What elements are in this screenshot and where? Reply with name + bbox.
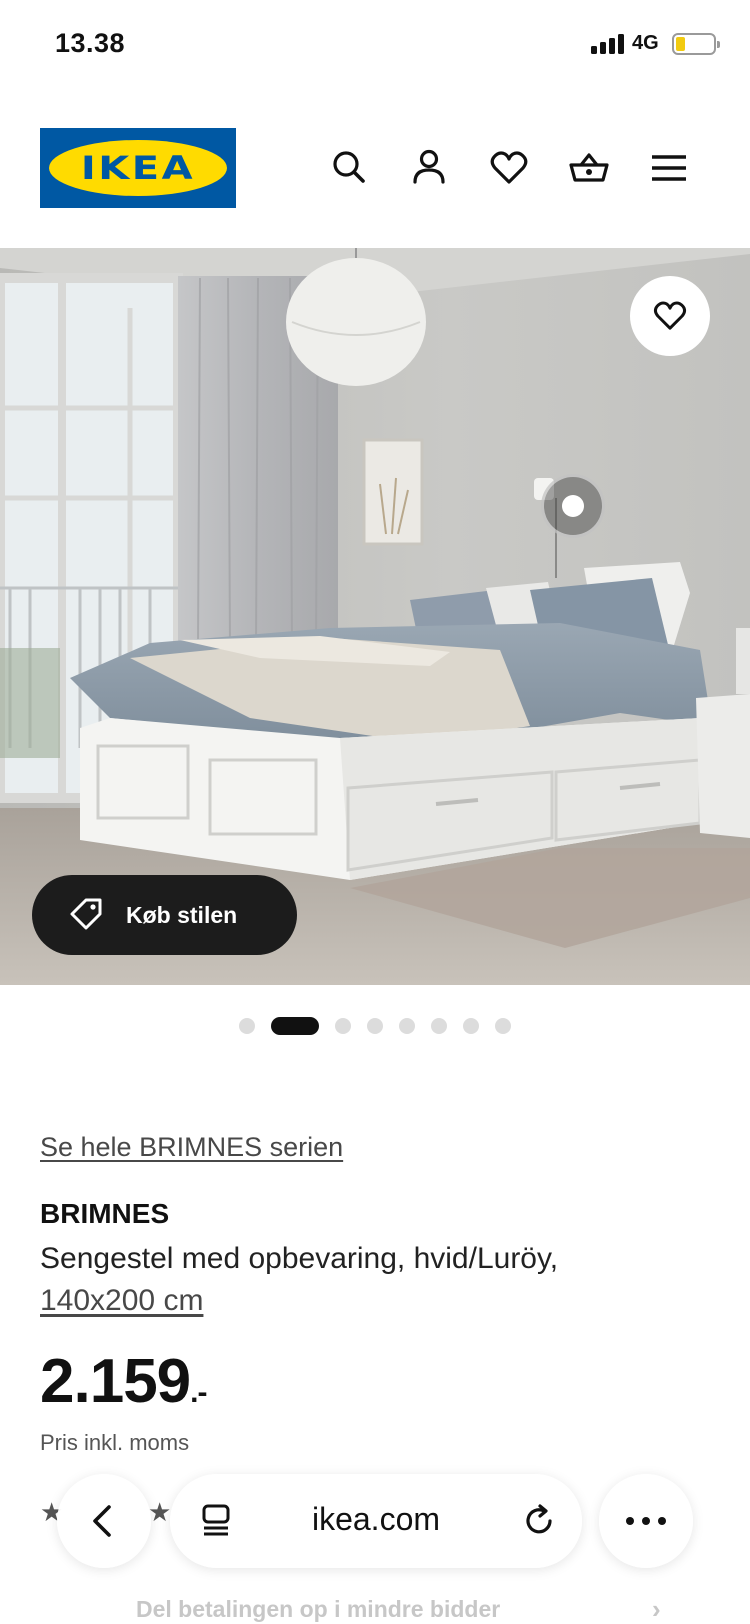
signal-icon: [591, 34, 625, 54]
back-icon: [93, 1505, 111, 1537]
product-name: BRIMNES: [40, 1198, 170, 1229]
status-bar: 13.38 4G: [0, 0, 750, 90]
product-hero-image[interactable]: Køb stilen: [0, 248, 750, 985]
more-button[interactable]: [599, 1474, 693, 1568]
carousel-indicator: [0, 1017, 750, 1035]
product-hotspot[interactable]: [541, 474, 605, 538]
product-description-text: Sengestel med opbevaring, hvid/Luröy,: [40, 1242, 559, 1275]
carousel-dot[interactable]: [463, 1018, 479, 1034]
carousel-dot[interactable]: [335, 1018, 351, 1034]
address-bar[interactable]: ikea.com: [170, 1474, 582, 1568]
price-note: Pris inkl. moms: [40, 1430, 190, 1455]
battery-icon: [672, 33, 720, 55]
network-label: 4G: [632, 32, 659, 54]
reload-icon[interactable]: [520, 1502, 558, 1540]
menu-icon[interactable]: [646, 145, 692, 191]
browser-toolbar: ikea.com: [0, 1466, 750, 1576]
shop-the-look-label: Køb stilen: [126, 901, 238, 928]
carousel-dot[interactable]: [239, 1018, 255, 1034]
back-button[interactable]: [57, 1474, 151, 1568]
chevron-right-icon: ›: [652, 1594, 661, 1624]
carousel-dot-active[interactable]: [271, 1017, 319, 1035]
basket-icon[interactable]: [566, 145, 612, 191]
price-value: 2.159: [40, 1347, 191, 1416]
carousel-dot[interactable]: [431, 1018, 447, 1034]
product-description: Sengestel med opbevaring, hvid/Luröy, 14…: [40, 1238, 680, 1322]
heart-icon: [653, 301, 687, 330]
more-icon: [626, 1517, 666, 1525]
search-icon[interactable]: [326, 145, 372, 191]
installment-row[interactable]: Del betalingen op i mindre bidder ›: [68, 1594, 688, 1624]
carousel-dot[interactable]: [495, 1018, 511, 1034]
carousel-dot[interactable]: [367, 1018, 383, 1034]
price-suffix: .-: [190, 1376, 207, 1409]
site-header: IKEA: [0, 128, 750, 208]
logo-text: IKEA: [80, 149, 196, 187]
series-link[interactable]: Se hele BRIMNES serien: [40, 1132, 343, 1163]
size-link[interactable]: 140x200 cm: [40, 1284, 203, 1317]
ikea-logo[interactable]: IKEA: [40, 128, 236, 208]
status-time: 13.38: [55, 28, 126, 58]
product-price: 2.159.-: [40, 1346, 208, 1417]
carousel-dot[interactable]: [399, 1018, 415, 1034]
account-icon[interactable]: [406, 145, 452, 191]
shop-the-look-button[interactable]: Køb stilen: [32, 875, 297, 955]
installment-text: Del betalingen op i mindre bidder: [136, 1596, 501, 1622]
favorites-icon[interactable]: [486, 145, 532, 191]
tag-icon: [70, 898, 102, 930]
add-to-favorites-button[interactable]: [630, 276, 710, 356]
